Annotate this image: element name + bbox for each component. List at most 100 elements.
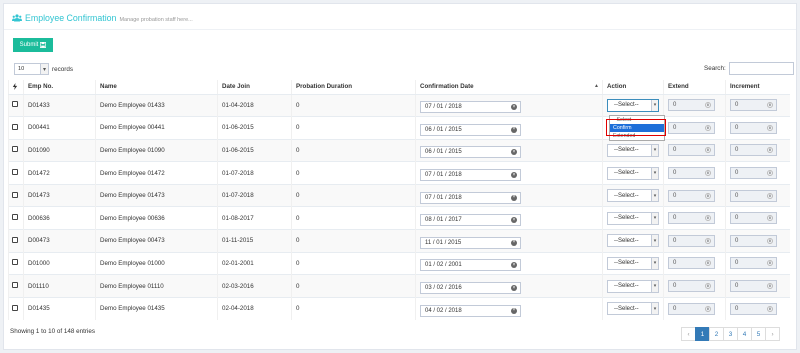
action-select[interactable]: --Select-- ▾ xyxy=(607,302,659,316)
confirmation-date-input[interactable]: 07 / 01 / 2018 × xyxy=(420,191,521,204)
spinner-icon[interactable]: ⬍ xyxy=(767,260,773,267)
increment-input[interactable]: 0 ⬍ xyxy=(730,167,777,180)
records-length-select[interactable]: 10 ▾ xyxy=(14,63,49,75)
confirmation-date-input[interactable]: 04 / 02 / 2018 × xyxy=(420,304,521,317)
spinner-icon[interactable]: ⬍ xyxy=(705,124,711,131)
search-input[interactable] xyxy=(728,62,794,75)
extend-input[interactable]: 0 ⬍ xyxy=(668,167,715,180)
action-select[interactable]: --Select-- ▾ xyxy=(607,189,659,203)
pagination-page-3[interactable]: 3 xyxy=(723,327,738,341)
column-header-extend[interactable]: Extend xyxy=(663,80,726,95)
column-header-date-join[interactable]: Date Join xyxy=(217,80,292,95)
spinner-icon[interactable]: ⬍ xyxy=(705,170,711,177)
extend-input[interactable]: 0 ⬍ xyxy=(668,121,715,134)
spinner-icon[interactable]: ⬍ xyxy=(705,283,711,290)
row-checkbox[interactable] xyxy=(12,259,18,266)
pagination-next[interactable]: › xyxy=(765,327,780,341)
confirmation-date-input[interactable]: 06 / 01 / 2015 × xyxy=(420,123,521,136)
spinner-icon[interactable]: ⬍ xyxy=(767,170,773,177)
pagination-page-2[interactable]: 2 xyxy=(709,327,724,341)
confirmation-date-input[interactable]: 08 / 01 / 2017 × xyxy=(420,214,521,227)
extend-input[interactable]: 0 ⬍ xyxy=(668,189,715,202)
clear-icon[interactable]: × xyxy=(511,307,517,314)
row-checkbox[interactable] xyxy=(12,304,18,311)
column-header-emp-no[interactable]: Emp No. xyxy=(23,80,96,95)
extend-input[interactable]: 0 ⬍ xyxy=(668,234,715,247)
spinner-icon[interactable]: ⬍ xyxy=(767,102,773,109)
row-checkbox[interactable] xyxy=(12,236,18,243)
spinner-icon[interactable]: ⬍ xyxy=(705,215,711,222)
spinner-icon[interactable]: ⬍ xyxy=(767,192,773,199)
column-header-confirmation-date[interactable]: Confirmation Date ▲ xyxy=(415,80,603,95)
action-select[interactable]: --Select-- ▾ xyxy=(607,211,659,225)
clear-icon[interactable]: × xyxy=(511,172,517,179)
spinner-icon[interactable]: ⬍ xyxy=(705,192,711,199)
extend-input[interactable]: 0 ⬍ xyxy=(668,212,715,225)
increment-input[interactable]: 0 ⬍ xyxy=(730,302,777,315)
action-select[interactable]: --Select-- ▾ xyxy=(607,256,659,270)
pagination-page-4[interactable]: 4 xyxy=(737,327,752,341)
clear-icon[interactable]: × xyxy=(511,262,517,269)
pagination-page-5[interactable]: 5 xyxy=(751,327,766,341)
row-checkbox[interactable] xyxy=(12,282,18,289)
spinner-icon[interactable]: ⬍ xyxy=(767,124,773,131)
increment-input[interactable]: 0 ⬍ xyxy=(730,121,777,134)
column-header-probation-duration[interactable]: Probation Duration xyxy=(291,80,416,95)
column-header-action[interactable]: Action xyxy=(602,80,664,95)
extend-input[interactable]: 0 ⬍ xyxy=(668,144,715,157)
clear-icon[interactable]: × xyxy=(511,285,517,292)
column-header-name[interactable]: Name xyxy=(95,80,218,95)
clear-icon[interactable]: × xyxy=(511,194,517,201)
row-checkbox[interactable] xyxy=(12,169,18,176)
increment-input[interactable]: 0 ⬍ xyxy=(730,280,777,293)
confirmation-date-input[interactable]: 03 / 02 / 2016 × xyxy=(420,282,521,295)
spinner-icon[interactable]: ⬍ xyxy=(705,237,711,244)
clear-icon[interactable]: × xyxy=(511,239,517,246)
row-checkbox[interactable] xyxy=(12,146,18,153)
column-header-select[interactable] xyxy=(8,80,24,95)
confirmation-date-input[interactable]: 07 / 01 / 2018 × xyxy=(420,101,521,114)
spinner-icon[interactable]: ⬍ xyxy=(767,283,773,290)
confirmation-date-input[interactable]: 11 / 01 / 2015 × xyxy=(420,236,521,249)
spinner-icon[interactable]: ⬍ xyxy=(705,260,711,267)
confirmation-date-input[interactable]: 07 / 01 / 2018 × xyxy=(420,169,521,182)
column-header-increment[interactable]: Increment xyxy=(725,80,790,95)
increment-input[interactable]: 0 ⬍ xyxy=(730,212,777,225)
row-checkbox[interactable] xyxy=(12,123,18,130)
clear-icon[interactable]: × xyxy=(511,217,517,224)
clear-icon[interactable]: × xyxy=(511,104,517,111)
confirmation-date-input[interactable]: 01 / 02 / 2001 × xyxy=(420,259,521,272)
action-select[interactable]: --Select-- ▾ xyxy=(607,98,659,112)
increment-input[interactable]: 0 ⬍ xyxy=(730,257,777,270)
extend-input[interactable]: 0 ⬍ xyxy=(668,302,715,315)
extend-input[interactable]: 0 ⬍ xyxy=(668,280,715,293)
row-checkbox[interactable] xyxy=(12,214,18,221)
action-select[interactable]: --Select-- ▾ xyxy=(607,279,659,293)
extend-input[interactable]: 0 ⬍ xyxy=(668,99,715,112)
action-select[interactable]: --Select-- ▾ xyxy=(607,143,659,157)
row-checkbox[interactable] xyxy=(12,101,18,108)
submit-button[interactable]: Submit xyxy=(13,38,53,52)
row-checkbox[interactable] xyxy=(12,191,18,198)
spinner-icon[interactable]: ⬍ xyxy=(767,215,773,222)
extend-cell: 0 ⬍ xyxy=(663,229,726,253)
extend-input[interactable]: 0 ⬍ xyxy=(668,257,715,270)
clear-icon[interactable]: × xyxy=(511,126,517,133)
spinner-icon[interactable]: ⬍ xyxy=(767,305,773,312)
spinner-icon[interactable]: ⬍ xyxy=(705,147,711,154)
increment-input[interactable]: 0 ⬍ xyxy=(730,144,777,157)
confirmation-date-input[interactable]: 06 / 01 / 2015 × xyxy=(420,146,521,159)
increment-input[interactable]: 0 ⬍ xyxy=(730,99,777,112)
increment-input[interactable]: 0 ⬍ xyxy=(730,189,777,202)
increment-input[interactable]: 0 ⬍ xyxy=(730,234,777,247)
clear-icon[interactable]: × xyxy=(511,149,517,156)
pagination-page-1[interactable]: 1 xyxy=(695,327,710,341)
action-select[interactable]: --Select-- ▾ xyxy=(607,166,659,180)
action-select[interactable]: --Select-- ▾ xyxy=(607,234,659,248)
extend-value: 0 xyxy=(673,192,677,199)
spinner-icon[interactable]: ⬍ xyxy=(767,147,773,154)
spinner-icon[interactable]: ⬍ xyxy=(767,237,773,244)
spinner-icon[interactable]: ⬍ xyxy=(705,305,711,312)
spinner-icon[interactable]: ⬍ xyxy=(705,102,711,109)
pagination-prev[interactable]: ‹ xyxy=(681,327,696,341)
